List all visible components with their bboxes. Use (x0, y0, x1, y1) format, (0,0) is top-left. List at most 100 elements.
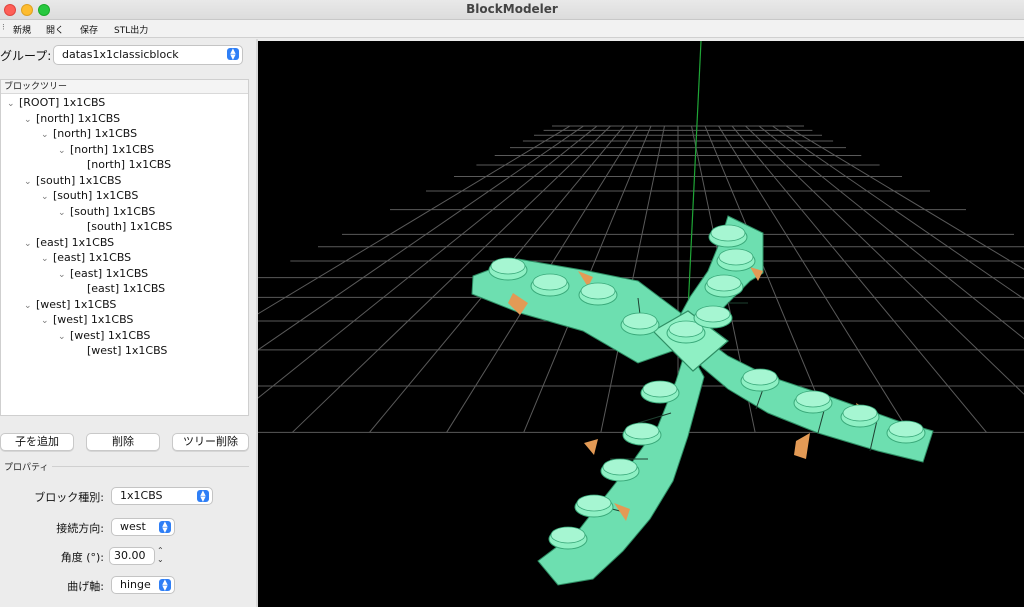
tree-node-label: [west] 1x1CBS (70, 328, 151, 342)
block-stud-top (624, 422, 660, 440)
angle-value: 30.00 (114, 549, 146, 562)
group-label: グループ: (0, 49, 52, 63)
chevron-down-icon[interactable]: ⌄ (24, 175, 36, 189)
window-title: BlockModeler (466, 2, 558, 16)
3d-viewport[interactable] (258, 41, 1024, 607)
block-stud-top (888, 420, 924, 438)
bend-axis-select[interactable]: hinge ▲ ▼ (111, 576, 175, 594)
direction-select[interactable]: west ▲ ▼ (111, 518, 175, 536)
block-type-select[interactable]: 1x1CBS ▲ ▼ (111, 487, 213, 505)
direction-value: west (120, 520, 146, 533)
block-stud-top (795, 390, 831, 408)
tree-node[interactable]: ⌄ [ROOT] 1x1CBS (7, 96, 105, 111)
left-panel: グループ: datas1x1classicblock ▲ ▼ ブロックツリー ⌄[… (0, 39, 257, 607)
block-type-value: 1x1CBS (120, 489, 163, 502)
bend-axis-label: 曲げ軸: (67, 580, 104, 593)
joint-wedge (794, 433, 810, 459)
export-stl-button[interactable]: STL出力 (114, 23, 148, 36)
angle-input[interactable]: 30.00 (109, 547, 155, 565)
title-bar: BlockModeler (0, 0, 1024, 20)
open-button[interactable]: 開く (46, 23, 64, 36)
block-stud-top (550, 526, 586, 544)
tree-node[interactable]: ⌄ [south] 1x1CBS (24, 174, 121, 189)
tree-node[interactable]: [west] 1x1CBS (75, 344, 167, 358)
tree-node-label: [east] 1x1CBS (36, 235, 115, 249)
block-stud-top (718, 248, 754, 266)
tree-node[interactable]: ⌄ [west] 1x1CBS (41, 313, 133, 328)
block-stud-top (532, 273, 568, 291)
block-stud-top (710, 224, 746, 242)
tree-node-label: [west] 1x1CBS (53, 313, 134, 326)
tree-node-label: [north] 1x1CBS (87, 158, 172, 171)
add-child-button[interactable]: 子を追加 (0, 433, 74, 451)
chevron-down-icon[interactable]: ⌄ (24, 237, 36, 251)
select-arrows-icon: ▲ ▼ (159, 579, 171, 592)
tree-node-label: [south] 1x1CBS (70, 204, 156, 218)
tree-node[interactable]: ⌄ [east] 1x1CBS (58, 267, 148, 282)
select-arrows-icon: ▲ ▼ (227, 48, 239, 61)
properties-header: プロパティ (4, 463, 49, 473)
group-select-value: datas1x1classicblock (62, 48, 179, 61)
tree-node[interactable]: [east] 1x1CBS (75, 282, 165, 296)
tree-node[interactable]: [south] 1x1CBS (75, 220, 172, 234)
chevron-down-icon[interactable]: ⌄ (24, 299, 36, 313)
bend-axis-value: hinge (120, 578, 151, 591)
tree-node[interactable]: ⌄ [east] 1x1CBS (24, 236, 114, 251)
tree-node[interactable]: ⌄ [south] 1x1CBS (41, 189, 138, 204)
tree-node-label: [north] 1x1CBS (70, 142, 155, 156)
block-stud-top (580, 282, 616, 300)
tree-node[interactable]: [north] 1x1CBS (75, 158, 171, 172)
chevron-down-icon[interactable]: ⌄ (41, 314, 53, 328)
toolbar: ⁝ 新規 開く 保存 STL出力 (0, 20, 1024, 38)
block-stud-top (742, 368, 778, 386)
tree-node-label: [south] 1x1CBS (53, 189, 139, 202)
block-stud-top (490, 257, 526, 275)
tree-node[interactable]: ⌄ [south] 1x1CBS (58, 205, 155, 220)
joint-wedge (584, 439, 598, 455)
angle-stepper-icon[interactable]: ⌃ ⌄ (157, 546, 164, 564)
3d-scene (258, 41, 1024, 586)
block-stud-top (576, 494, 612, 512)
chevron-down-icon[interactable]: ⌄ (7, 97, 19, 111)
app-window: BlockModeler ⁝ 新規 開く 保存 STL出力 グループ: data… (0, 0, 1024, 607)
block-tree[interactable]: ブロックツリー ⌄ [ROOT] 1x1CBS ⌄ [north] 1x1CBS ⌄ [n… (0, 79, 249, 416)
angle-label: 角度 (°): (60, 551, 104, 564)
chevron-down-icon[interactable]: ⌄ (41, 190, 53, 204)
tree-node[interactable]: ⌄ [north] 1x1CBS (58, 143, 154, 158)
direction-label: 接続方向: (56, 522, 104, 535)
chevron-down-icon[interactable]: ⌄ (58, 206, 70, 220)
tree-node-label: [west] 1x1CBS (36, 297, 117, 311)
tree-node[interactable]: ⌄ [west] 1x1CBS (24, 298, 116, 313)
tree-node-label: [ROOT] 1x1CBS (19, 96, 106, 109)
chevron-down-icon[interactable]: ⌄ (58, 144, 70, 158)
chevron-down-icon[interactable]: ⌄ (58, 330, 70, 344)
save-button[interactable]: 保存 (80, 23, 98, 36)
toolbar-grip-icon: ⁝ (2, 23, 5, 33)
tree-node-label: [south] 1x1CBS (36, 173, 122, 187)
new-button[interactable]: 新規 (13, 23, 31, 36)
block-tree-header: ブロックツリー (1, 80, 248, 94)
delete-button[interactable]: 削除 (86, 433, 160, 451)
tree-node[interactable]: ⌄ [west] 1x1CBS (58, 329, 150, 344)
block-stud-top (622, 312, 658, 330)
tree-node-label: [east] 1x1CBS (70, 266, 149, 280)
block-stud-top (602, 458, 638, 476)
tree-node[interactable]: ⌄ [north] 1x1CBS (41, 127, 137, 142)
block-stud-top (706, 274, 742, 292)
block-stud-top (695, 305, 731, 323)
tree-node-label: [east] 1x1CBS (87, 282, 166, 295)
chevron-down-icon[interactable]: ⌄ (58, 268, 70, 282)
group-select[interactable]: datas1x1classicblock ▲ ▼ (53, 45, 243, 65)
chevron-down-icon[interactable]: ⌄ (41, 252, 53, 266)
tree-node-label: [north] 1x1CBS (53, 127, 138, 140)
tree-node[interactable]: ⌄ [north] 1x1CBS (24, 112, 120, 127)
select-arrows-icon: ▲ ▼ (159, 521, 171, 534)
tree-node-label: [north] 1x1CBS (36, 111, 121, 125)
chevron-down-icon[interactable]: ⌄ (24, 113, 36, 127)
block-type-label: ブロック種別: (34, 491, 104, 504)
tree-node-label: [east] 1x1CBS (53, 251, 132, 264)
chevron-down-icon[interactable]: ⌄ (41, 128, 53, 142)
tree-node[interactable]: ⌄ [east] 1x1CBS (41, 251, 131, 266)
delete-tree-button[interactable]: ツリー削除 (172, 433, 249, 451)
tree-node-label: [west] 1x1CBS (87, 344, 168, 357)
